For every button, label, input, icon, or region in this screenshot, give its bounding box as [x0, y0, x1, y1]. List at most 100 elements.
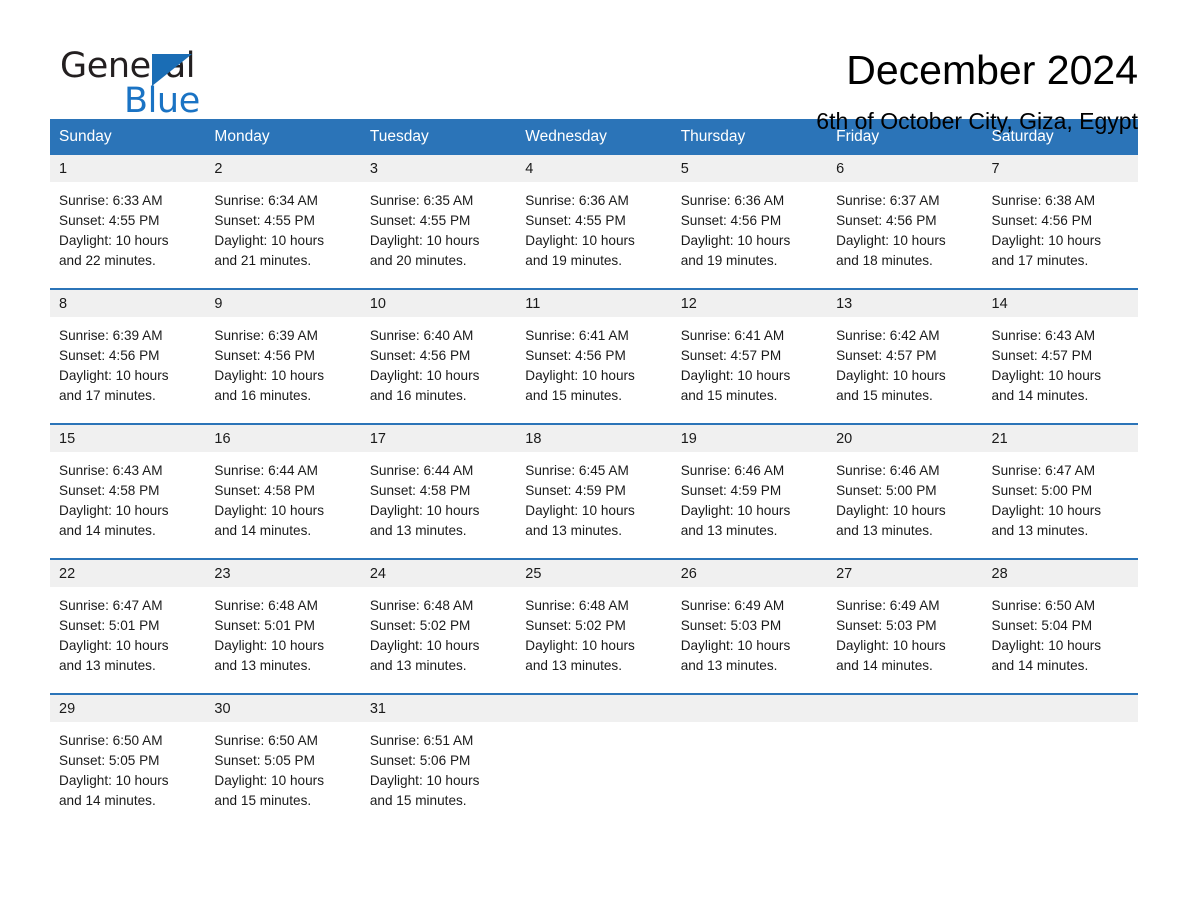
sunrise-time: Sunrise: 6:48 AM: [214, 598, 318, 613]
calendar-day[interactable]: 6 Sunrise: 6:37 AM Sunset: 4:56 PM Daylight…: [827, 155, 983, 288]
day-number: 4: [516, 155, 672, 182]
calendar-day[interactable]: 21 Sunrise: 6:47 AM Sunset: 5:00 PM Dayligh…: [982, 425, 1138, 558]
sunset-time: Sunset: 4:55 PM: [59, 213, 160, 228]
daylight-duration-line1: Daylight: 10 hours: [59, 503, 169, 518]
calendar-day-cell: 27 Sunrise: 6:49 AM Sunset: 5:03 PM Dayligh…: [827, 558, 983, 694]
calendar-day[interactable]: 2 Sunrise: 6:34 AM Sunset: 4:55 PM Daylight…: [205, 155, 361, 288]
day-number: 11: [516, 290, 672, 317]
calendar-day[interactable]: 3 Sunrise: 6:35 AM Sunset: 4:55 PM Daylight…: [360, 155, 517, 288]
calendar-day[interactable]: 11 Sunrise: 6:41 AM Sunset: 4:56 PM Dayligh…: [516, 290, 672, 423]
day-number: 6: [827, 155, 983, 182]
logo-text-blue: Blue: [124, 81, 200, 121]
daylight-duration-line2: and 13 minutes.: [59, 658, 156, 673]
day-details: Sunrise: 6:49 AM Sunset: 5:03 PM Daylight:…: [827, 587, 982, 676]
calendar-day[interactable]: 25 Sunrise: 6:48 AM Sunset: 5:02 PM Dayligh…: [516, 560, 672, 693]
calendar-day-cell: 14 Sunrise: 6:43 AM Sunset: 4:57 PM Dayligh…: [982, 288, 1138, 424]
day-details: Sunrise: 6:50 AM Sunset: 5:05 PM Daylight:…: [50, 722, 205, 811]
calendar-day-cell: 23 Sunrise: 6:48 AM Sunset: 5:01 PM Dayligh…: [205, 558, 361, 694]
calendar-day[interactable]: 12 Sunrise: 6:41 AM Sunset: 4:57 PM Dayligh…: [671, 290, 828, 423]
calendar-day[interactable]: 8 Sunrise: 6:39 AM Sunset: 4:56 PM Daylight…: [50, 290, 206, 423]
day-number: 25: [516, 560, 672, 587]
daylight-duration-line2: and 20 minutes.: [369, 253, 467, 268]
day-details: Sunrise: 6:48 AM Sunset: 5:01 PM Daylight:…: [205, 587, 360, 676]
calendar-day[interactable]: 4 Sunrise: 6:36 AM Sunset: 4:55 PM Daylight…: [516, 155, 672, 288]
day-number: 20: [827, 425, 983, 452]
day-details: Sunrise: 6:35 AM Sunset: 4:55 PM Daylight:…: [361, 182, 516, 271]
sunset-time: Sunset: 4:56 PM: [680, 213, 782, 228]
sunset-time: Sunset: 4:59 PM: [525, 483, 626, 498]
calendar-day[interactable]: 13 Sunrise: 6:42 AM Sunset: 4:57 PM Dayligh…: [827, 290, 983, 423]
calendar-day-cell: 29 Sunrise: 6:50 AM Sunset: 5:05 PM Dayligh…: [50, 693, 206, 828]
sunset-time: Sunset: 4:57 PM: [991, 348, 1093, 363]
calendar-day[interactable]: 19 Sunrise: 6:46 AM Sunset: 4:59 PM Dayligh…: [671, 425, 828, 558]
calendar-day[interactable]: 17 Sunrise: 6:44 AM Sunset: 4:58 PM Dayligh…: [360, 425, 517, 558]
calendar-day-cell: 15 Sunrise: 6:43 AM Sunset: 4:58 PM Dayligh…: [50, 423, 206, 559]
daylight-duration-line2: and 14 minutes.: [214, 523, 312, 538]
sunrise-time: Sunrise: 6:51 AM: [369, 733, 474, 748]
daylight-duration-line1: Daylight: 10 hours: [991, 233, 1102, 248]
calendar-day-cell: [671, 693, 828, 828]
sunrise-time: Sunrise: 6:36 AM: [525, 193, 629, 208]
daylight-duration-line2: and 15 minutes.: [836, 388, 933, 403]
day-details: Sunrise: 6:46 AM Sunset: 4:59 PM Daylight:…: [672, 452, 827, 541]
daylight-duration-line1: Daylight: 10 hours: [214, 638, 324, 653]
weekday-header-sunday: Sunday: [50, 119, 206, 155]
sunrise-time: Sunrise: 6:48 AM: [369, 598, 474, 613]
sunrise-time: Sunrise: 6:41 AM: [525, 328, 629, 343]
sunset-time: Sunset: 5:03 PM: [836, 618, 937, 633]
calendar-day[interactable]: 31 Sunrise: 6:51 AM Sunset: 5:06 PM Dayligh…: [360, 695, 517, 828]
sunrise-time: Sunrise: 6:49 AM: [680, 598, 785, 613]
day-details: [516, 722, 671, 731]
sunset-time: Sunset: 5:04 PM: [991, 618, 1093, 633]
calendar-week-row: 22 Sunrise: 6:47 AM Sunset: 5:01 PM Dayligh…: [50, 558, 1138, 694]
calendar-day-cell: 5 Sunrise: 6:36 AM Sunset: 4:56 PM Daylight…: [671, 155, 828, 289]
calendar-day[interactable]: 24 Sunrise: 6:48 AM Sunset: 5:02 PM Dayligh…: [360, 560, 517, 693]
day-details: Sunrise: 6:39 AM Sunset: 4:56 PM Daylight:…: [50, 317, 205, 406]
day-details: Sunrise: 6:34 AM Sunset: 4:55 PM Daylight:…: [205, 182, 360, 271]
calendar-day[interactable]: 7 Sunrise: 6:38 AM Sunset: 4:56 PM Daylight…: [982, 155, 1138, 288]
calendar-day[interactable]: 15 Sunrise: 6:43 AM Sunset: 4:58 PM Dayligh…: [50, 425, 206, 558]
day-details: Sunrise: 6:50 AM Sunset: 5:04 PM Daylight:…: [983, 587, 1138, 676]
calendar-day[interactable]: 26 Sunrise: 6:49 AM Sunset: 5:03 PM Dayligh…: [671, 560, 828, 693]
calendar-day-cell: 1 Sunrise: 6:33 AM Sunset: 4:55 PM Daylight…: [50, 155, 206, 289]
calendar-day[interactable]: 23 Sunrise: 6:48 AM Sunset: 5:01 PM Dayligh…: [205, 560, 361, 693]
calendar-day[interactable]: 28 Sunrise: 6:50 AM Sunset: 5:04 PM Dayligh…: [982, 560, 1138, 693]
calendar-day[interactable]: 1 Sunrise: 6:33 AM Sunset: 4:55 PM Daylight…: [50, 155, 206, 288]
calendar-week-row: 15 Sunrise: 6:43 AM Sunset: 4:58 PM Dayligh…: [50, 423, 1138, 559]
daylight-duration-line2: and 18 minutes.: [836, 253, 933, 268]
calendar-day[interactable]: 14 Sunrise: 6:43 AM Sunset: 4:57 PM Dayligh…: [982, 290, 1138, 423]
day-number: 17: [360, 425, 517, 452]
calendar-day-cell: 24 Sunrise: 6:48 AM Sunset: 5:02 PM Dayligh…: [360, 558, 517, 694]
sunset-time: Sunset: 5:00 PM: [991, 483, 1093, 498]
sunrise-time: Sunrise: 6:38 AM: [991, 193, 1096, 208]
daylight-duration-line2: and 15 minutes.: [680, 388, 778, 403]
calendar-day-cell: 20 Sunrise: 6:46 AM Sunset: 5:00 PM Dayligh…: [827, 423, 983, 559]
calendar-day[interactable]: 20 Sunrise: 6:46 AM Sunset: 5:00 PM Dayligh…: [827, 425, 983, 558]
day-details: Sunrise: 6:49 AM Sunset: 5:03 PM Daylight:…: [672, 587, 827, 676]
sunrise-time: Sunrise: 6:34 AM: [214, 193, 318, 208]
day-number: 12: [671, 290, 828, 317]
daylight-duration-line1: Daylight: 10 hours: [680, 233, 791, 248]
calendar-day[interactable]: 29 Sunrise: 6:50 AM Sunset: 5:05 PM Dayligh…: [50, 695, 206, 828]
daylight-duration-line2: and 19 minutes.: [680, 253, 778, 268]
daylight-duration-line2: and 16 minutes.: [214, 388, 312, 403]
day-details: Sunrise: 6:37 AM Sunset: 4:56 PM Daylight:…: [827, 182, 982, 271]
calendar-day[interactable]: 16 Sunrise: 6:44 AM Sunset: 4:58 PM Dayligh…: [205, 425, 361, 558]
weekday-header-thursday: Thursday: [671, 119, 828, 155]
calendar-day[interactable]: 10 Sunrise: 6:40 AM Sunset: 4:56 PM Dayligh…: [360, 290, 517, 423]
day-number: 21: [982, 425, 1138, 452]
day-details: Sunrise: 6:42 AM Sunset: 4:57 PM Daylight:…: [827, 317, 982, 406]
sunrise-time: Sunrise: 6:44 AM: [214, 463, 318, 478]
calendar-body: 1 Sunrise: 6:33 AM Sunset: 4:55 PM Daylight…: [50, 155, 1138, 828]
calendar-day[interactable]: 30 Sunrise: 6:50 AM Sunset: 5:05 PM Dayligh…: [205, 695, 361, 828]
calendar-day-empty: [827, 695, 983, 828]
sunrise-time: Sunrise: 6:47 AM: [59, 598, 163, 613]
sunset-time: Sunset: 4:58 PM: [59, 483, 160, 498]
calendar-day[interactable]: 22 Sunrise: 6:47 AM Sunset: 5:01 PM Dayligh…: [50, 560, 206, 693]
sunset-time: Sunset: 4:55 PM: [369, 213, 471, 228]
calendar-day[interactable]: 27 Sunrise: 6:49 AM Sunset: 5:03 PM Dayligh…: [827, 560, 983, 693]
daylight-duration-line2: and 14 minutes.: [836, 658, 933, 673]
calendar-day[interactable]: 18 Sunrise: 6:45 AM Sunset: 4:59 PM Dayligh…: [516, 425, 672, 558]
calendar-day[interactable]: 5 Sunrise: 6:36 AM Sunset: 4:56 PM Daylight…: [671, 155, 828, 288]
calendar-day[interactable]: 9 Sunrise: 6:39 AM Sunset: 4:56 PM Daylight…: [205, 290, 361, 423]
